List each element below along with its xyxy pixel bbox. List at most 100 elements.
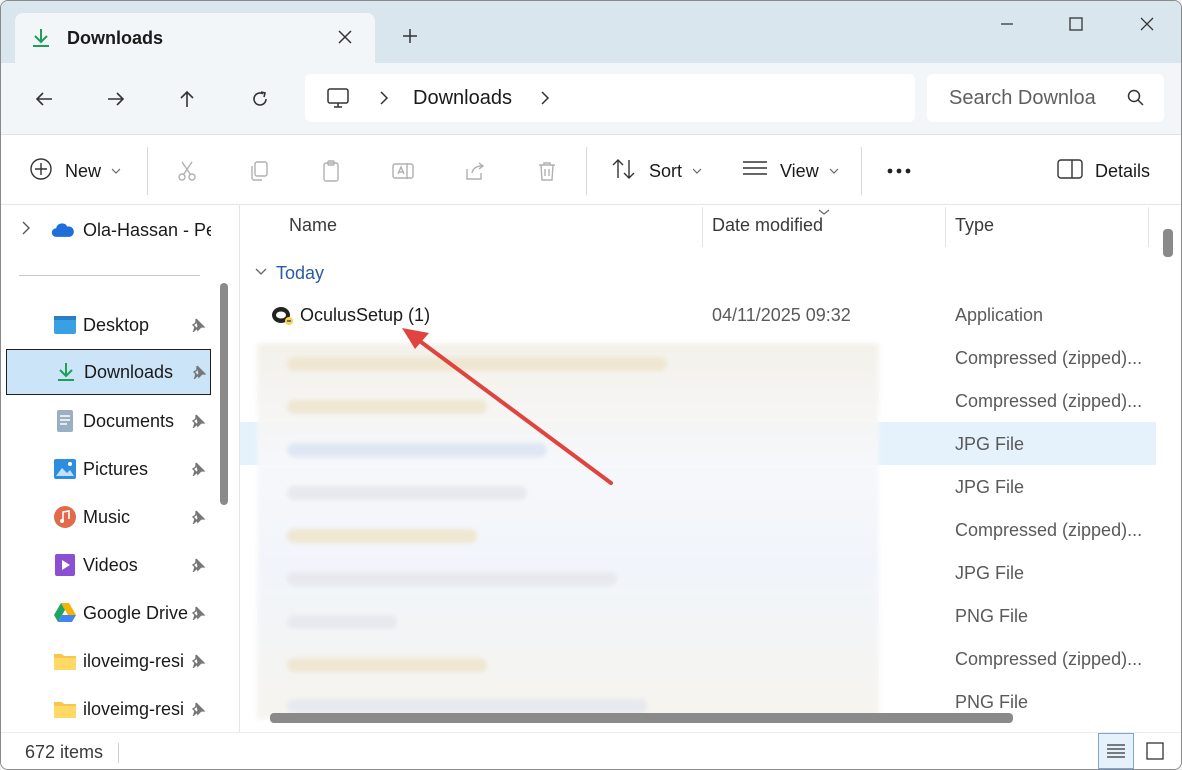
search-box[interactable]: Search Downloa [927, 74, 1164, 122]
chevron-right-icon[interactable] [538, 91, 552, 105]
minimize-icon[interactable] [987, 9, 1027, 39]
sidebar-item-downloads[interactable]: Downloads [6, 349, 211, 395]
download-icon [54, 360, 78, 384]
group-header-today[interactable]: Today [276, 263, 324, 284]
pin-icon[interactable] [190, 605, 206, 621]
table-row[interactable]: OculusSetup (1) 04/11/2025 09:32 Applica… [240, 293, 1156, 336]
title-bar: Downloads [1, 1, 1181, 63]
desktop-icon [53, 313, 77, 337]
redacted-bar [287, 357, 667, 371]
sidebar-item-label: Music [83, 506, 131, 527]
google-drive-icon [53, 601, 77, 625]
navigation-pane: Ola-Hassan - Per Desktop Downloads Docum… [1, 205, 233, 732]
details-pane-icon [1057, 158, 1083, 185]
chevron-right-icon[interactable] [377, 91, 391, 105]
pin-icon[interactable] [190, 653, 206, 669]
folder-icon [53, 697, 77, 721]
pin-icon[interactable] [190, 509, 206, 525]
redacted-bar [287, 486, 527, 500]
pin-icon[interactable] [190, 701, 206, 717]
details-button[interactable]: Details [1057, 153, 1150, 189]
share-icon[interactable] [461, 157, 489, 185]
copy-icon[interactable] [245, 157, 273, 185]
chevron-right-icon[interactable] [21, 221, 35, 240]
search-icon [1126, 88, 1146, 108]
divider [147, 147, 148, 195]
file-type: JPG File [955, 434, 1025, 454]
column-header-name[interactable]: Name [289, 215, 337, 236]
vertical-scrollbar[interactable] [1163, 229, 1173, 257]
column-divider[interactable] [1148, 207, 1149, 247]
chevron-down-icon[interactable] [254, 265, 268, 279]
plus-circle-icon [29, 157, 53, 186]
sidebar-item-documents[interactable]: Documents [1, 398, 216, 444]
file-explorer-window: Downloads Downloads Search Downloa New S… [0, 0, 1182, 770]
details-view-icon[interactable] [1098, 733, 1134, 769]
paste-icon[interactable] [317, 157, 345, 185]
video-icon [53, 553, 77, 577]
redacted-bar [287, 572, 617, 586]
divider [861, 147, 862, 195]
redacted-bar [287, 699, 647, 713]
file-type: PNG File [955, 606, 1029, 626]
file-type: JPG File [955, 563, 1025, 583]
file-name[interactable]: OculusSetup (1) [300, 305, 430, 326]
sidebar-item-label: Ola-Hassan - Per [83, 219, 211, 240]
pin-icon[interactable] [190, 461, 206, 477]
new-tab-icon[interactable] [397, 23, 423, 49]
pin-icon[interactable] [190, 317, 206, 333]
this-pc-icon[interactable] [325, 85, 351, 111]
redacted-region [257, 343, 879, 719]
close-tab-icon[interactable] [333, 25, 357, 49]
refresh-icon[interactable] [244, 83, 276, 115]
forward-arrow-icon[interactable] [100, 83, 132, 115]
sidebar-item-folder[interactable]: iloveimg-resi [1, 638, 216, 684]
search-input[interactable]: Search Downloa [949, 87, 1109, 110]
maximize-icon[interactable] [1056, 9, 1096, 39]
sort-button[interactable]: Sort [611, 153, 702, 189]
column-divider[interactable] [945, 207, 946, 247]
file-type: Compressed (zipped)... [955, 348, 1143, 368]
divider [586, 147, 587, 195]
sidebar-item-label: Google Drive [83, 602, 189, 623]
column-divider[interactable] [702, 207, 703, 247]
file-type: Application [955, 305, 1044, 325]
column-header-type[interactable]: Type [955, 215, 994, 236]
horizontal-scrollbar[interactable] [270, 713, 1013, 723]
sidebar-item-pictures[interactable]: Pictures [1, 446, 216, 492]
close-window-icon[interactable] [1127, 9, 1167, 39]
file-date: 04/11/2025 09:32 [712, 305, 851, 325]
column-header-date[interactable]: Date modified [712, 215, 823, 236]
back-arrow-icon[interactable] [28, 83, 60, 115]
sidebar-item-onedrive[interactable]: Ola-Hassan - Per [1, 207, 216, 253]
view-button[interactable]: View [742, 153, 839, 189]
sidebar-item-desktop[interactable]: Desktop [1, 302, 216, 348]
more-options-icon[interactable] [885, 157, 913, 185]
sidebar-scrollbar[interactable] [220, 283, 228, 505]
sidebar-item-folder[interactable]: iloveimg-resi [1, 686, 216, 732]
large-icons-view-icon[interactable] [1137, 733, 1173, 769]
breadcrumb-downloads[interactable]: Downloads [413, 87, 512, 110]
pin-icon[interactable] [190, 557, 206, 573]
sidebar-item-google-drive[interactable]: Google Drive [1, 590, 216, 636]
new-button[interactable]: New [29, 153, 121, 189]
tab-title: Downloads [67, 27, 164, 48]
address-bar[interactable]: Downloads [305, 74, 915, 122]
command-bar: New Sort View Details [1, 135, 1181, 205]
redacted-bar [287, 615, 397, 629]
up-arrow-icon[interactable] [171, 83, 203, 115]
rename-icon[interactable] [389, 157, 417, 185]
pin-icon[interactable] [190, 413, 206, 429]
delete-icon[interactable] [533, 157, 561, 185]
tab-downloads[interactable]: Downloads [15, 13, 375, 63]
redacted-bar [287, 529, 477, 543]
sidebar-item-videos[interactable]: Videos [1, 542, 216, 588]
chevron-down-icon [829, 166, 839, 176]
sidebar-item-music[interactable]: Music [1, 494, 216, 540]
navigation-bar: Downloads Search Downloa [1, 63, 1181, 135]
pin-icon[interactable] [191, 364, 207, 380]
sidebar-item-label: iloveimg-resi [83, 698, 185, 719]
divider [118, 743, 119, 763]
status-bar: 672 items [1, 732, 1181, 769]
cut-icon[interactable] [173, 157, 201, 185]
